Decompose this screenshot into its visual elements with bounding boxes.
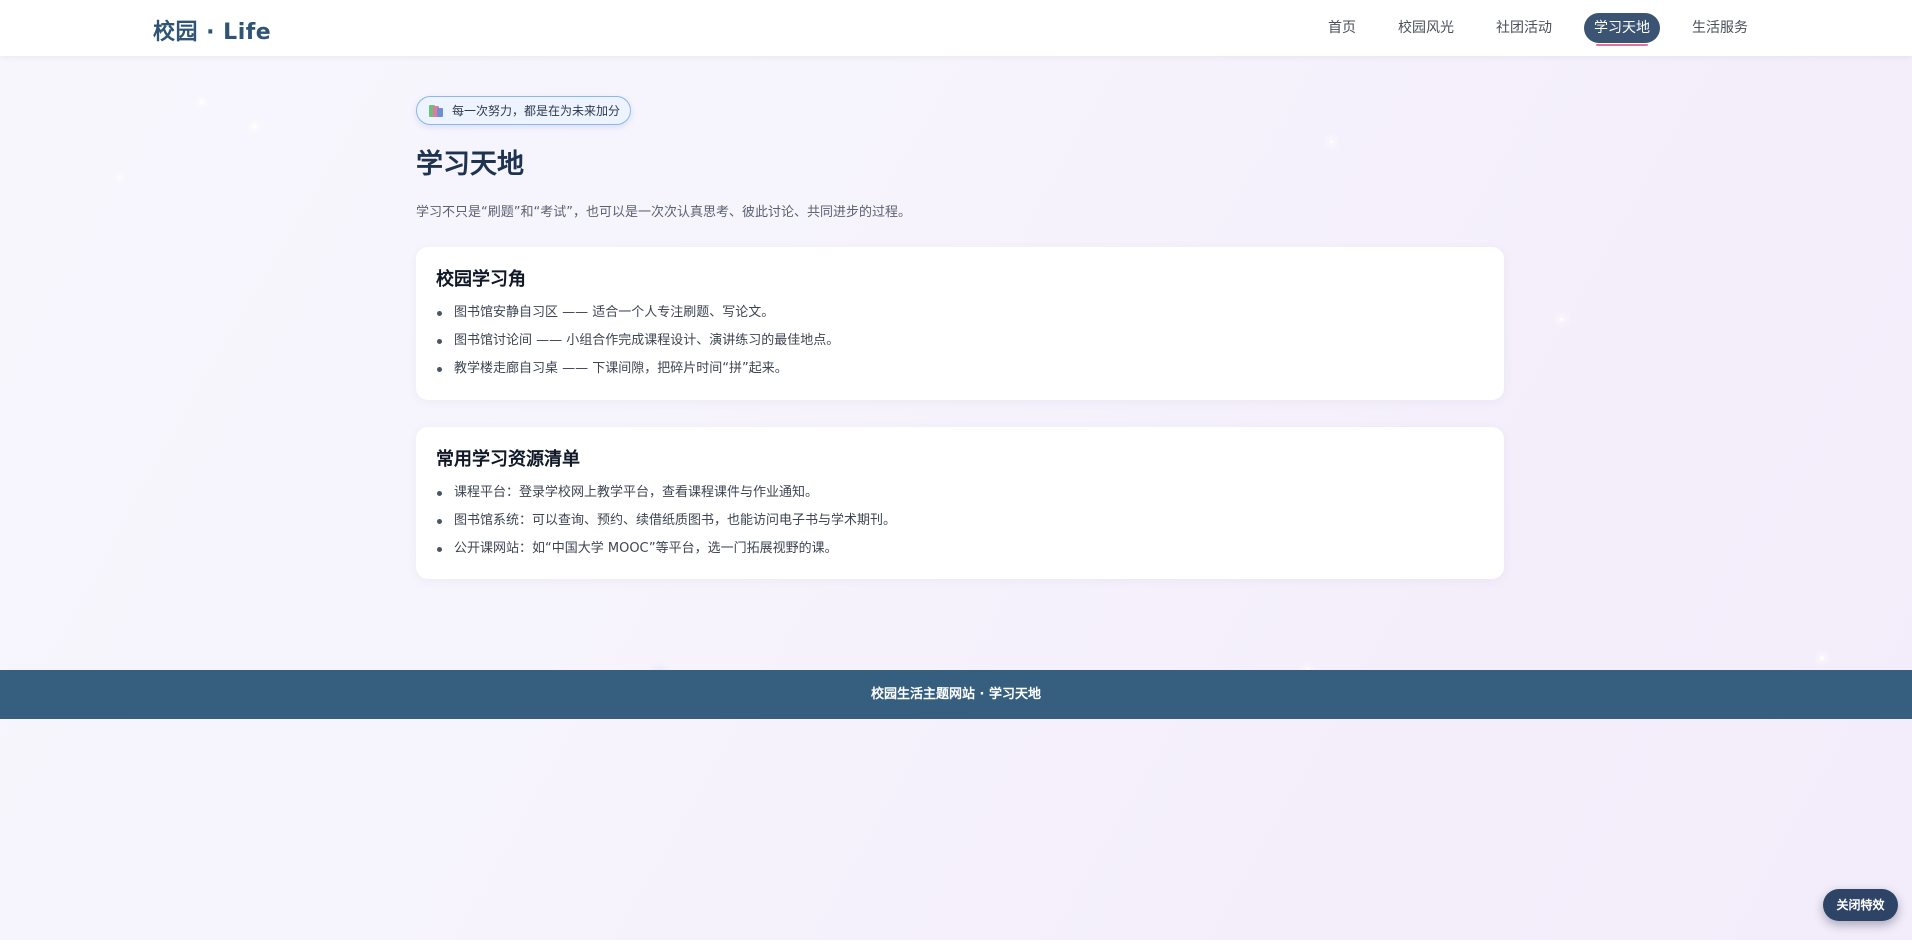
learning-resources-card: 常用学习资源清单 课程平台：登录学校网上教学平台，查看课程课件与作业通知。 图书… [416, 427, 1504, 579]
sparkle [200, 100, 204, 104]
toggle-effects-button[interactable]: 关闭特效 [1823, 889, 1898, 921]
list-item: 课程平台：登录学校网上教学平台，查看课程课件与作业通知。 [436, 479, 1484, 507]
list-item: 图书馆讨论间 —— 小组合作完成课程设计、演讲练习的最佳地点。 [436, 327, 1484, 355]
nav-item-campus-scenery[interactable]: 校园风光 [1388, 13, 1464, 43]
main-content: 每一次努力，都是在为未来加分 学习天地 学习不只是“刷题”和“考试”，也可以是一… [416, 96, 1504, 579]
top-navigation-bar: 校园 · Life 首页 校园风光 社团活动 学习天地 生活服务 [0, 0, 1912, 56]
main-nav: 首页 校园风光 社团活动 学习天地 生活服务 [1296, 13, 1758, 46]
motto-text: 每一次努力，都是在为未来加分 [452, 104, 621, 118]
sparkle [252, 124, 257, 129]
nav-item-home[interactable]: 首页 [1318, 13, 1366, 43]
books-icon [429, 104, 443, 117]
list-item: 图书馆安静自习区 —— 适合一个人专注刷题、写论文。 [436, 299, 1484, 327]
card-title: 常用学习资源清单 [436, 449, 580, 470]
list-item: 图书馆系统：可以查询、预约、续借纸质图书，也能访问电子书与学术期刊。 [436, 507, 1484, 535]
page-title: 学习天地 [416, 149, 524, 180]
list-item: 公开课网站：如“中国大学 MOOC”等平台，选一门拓展视野的课。 [436, 535, 1484, 563]
card-title: 校园学习角 [436, 269, 526, 290]
learning-resources-list: 课程平台：登录学校网上教学平台，查看课程课件与作业通知。 图书馆系统：可以查询、… [436, 479, 1484, 563]
site-logo[interactable]: 校园 · Life [153, 14, 271, 46]
footer-text: 校园生活主题网站 · 学习天地 [871, 687, 1041, 702]
nav-item-club-activities[interactable]: 社团活动 [1486, 13, 1562, 43]
list-item: 教学楼走廊自习桌 —— 下课间隙，把碎片时间“拼”起来。 [436, 355, 1484, 383]
sparkle [1820, 656, 1824, 660]
study-corners-card: 校园学习角 图书馆安静自习区 —— 适合一个人专注刷题、写论文。 图书馆讨论间 … [416, 247, 1504, 400]
sparkle [118, 176, 121, 179]
page-intro: 学习不只是“刷题”和“考试”，也可以是一次次认真思考、彼此讨论、共同进步的过程。 [416, 205, 911, 220]
site-footer: 校园生活主题网站 · 学习天地 [0, 670, 1912, 719]
sparkle [1560, 318, 1563, 321]
study-corners-list: 图书馆安静自习区 —— 适合一个人专注刷题、写论文。 图书馆讨论间 —— 小组合… [436, 299, 1484, 383]
nav-item-life-services[interactable]: 生活服务 [1682, 13, 1758, 43]
motto-badge: 每一次努力，都是在为未来加分 [416, 96, 632, 125]
nav-item-study[interactable]: 学习天地 [1584, 13, 1660, 46]
